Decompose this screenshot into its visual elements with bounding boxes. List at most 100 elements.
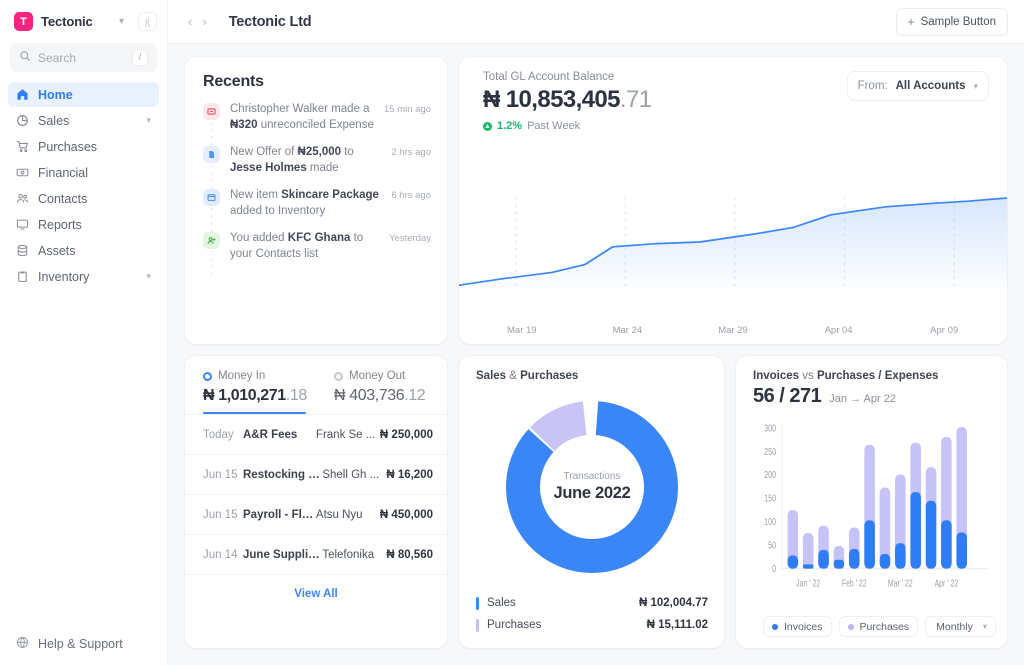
svg-text:100: 100 — [764, 516, 776, 528]
legend-item-sales: Sales ₦ 102,004.77 — [476, 592, 708, 614]
list-item[interactable]: Christopher Walker made a ₦320 unreconci… — [203, 101, 431, 146]
table-row[interactable]: Jun 15 Payroll - Flats Atsu Nyu ₦ 450,00… — [185, 495, 447, 535]
main-area: ‹ › Tectonic Ltd + Sample Button Recents — [168, 0, 1024, 665]
list-item-body: New item Skincare Package added to Inven… — [230, 187, 431, 219]
svg-text:50: 50 — [768, 539, 776, 551]
trend-up-icon: ▲ — [483, 121, 492, 131]
sidebar-item-purchases[interactable]: Purchases — [8, 134, 159, 159]
workspace-name: Tectonic — [41, 14, 93, 29]
legend-chip-purchases[interactable]: Purchases — [838, 616, 919, 637]
gl-balance-label: Total GL Account Balance — [483, 71, 615, 83]
x-tick-label: Mar 24 — [612, 325, 643, 336]
period-value: Monthly — [936, 620, 973, 633]
gl-balance-card: Total GL Account Balance ₦ 10,853,405.71… — [459, 57, 1007, 344]
tx-description: June Supplies ... — [243, 548, 322, 561]
table-row[interactable]: Jun 15 Restocking Fee Shell Gh ... ₦ 16,… — [185, 455, 447, 495]
x-tick-label: Mar 29 — [718, 325, 748, 336]
dashboard-row-top: Recents Christopher Walker made a ₦320 u… — [185, 57, 1007, 344]
tab-money-out[interactable]: Money Out ₦ 403,736.12 — [316, 370, 447, 414]
gl-delta-period: Past Week — [527, 120, 581, 132]
tx-date: Today — [203, 428, 234, 441]
search-shortcut-key: / — [132, 49, 148, 66]
tx-description: A&R Fees — [243, 428, 298, 441]
sidebar-item-label: Home — [38, 87, 73, 102]
date-range-label: Jan → Apr 22 — [829, 393, 896, 405]
timeline-connector — [211, 251, 212, 275]
workspace-switcher[interactable]: T Tectonic ▾ |( — [0, 0, 167, 41]
chevron-right-icon[interactable]: › — [202, 14, 206, 29]
search-input[interactable]: Search / — [10, 43, 157, 72]
legend-chip-invoices[interactable]: Invoices — [763, 616, 832, 637]
legend-value: ₦ 15,111.02 — [646, 619, 708, 631]
account-filter-value: All Accounts — [895, 80, 966, 92]
legend-value: ₦ 102,004.77 — [638, 597, 708, 609]
tx-party: Frank Se ... — [315, 428, 376, 441]
sidebar-item-financial[interactable]: Financial — [8, 160, 159, 185]
svg-text:250: 250 — [764, 445, 776, 457]
sidebar-item-reports[interactable]: Reports — [8, 212, 159, 237]
help-circle-icon — [16, 636, 29, 652]
expense-icon — [203, 103, 220, 120]
help-label: Help & Support — [38, 637, 123, 651]
sidebar-item-assets[interactable]: Assets — [8, 238, 159, 263]
people-icon — [16, 192, 29, 205]
list-item[interactable]: New Offer of ₦25,000 to Jesse Holmes mad… — [203, 144, 431, 189]
search-icon — [19, 49, 31, 67]
tx-party: Atsu Nyu — [315, 508, 363, 521]
pie-chart-icon — [16, 114, 29, 127]
sidebar-item-contacts[interactable]: Contacts — [8, 186, 159, 211]
document-icon — [203, 146, 220, 163]
sidebar-item-inventory[interactable]: Inventory ▾ — [8, 264, 159, 289]
chevron-down-icon[interactable]: ▾ — [146, 271, 151, 282]
recent-timestamp: 15 min ago — [383, 104, 431, 115]
money-out-value: ₦ 403,736.12 — [334, 387, 426, 404]
sidebar-item-label: Financial — [38, 165, 89, 180]
list-item[interactable]: You added KFC Ghana to your Contacts lis… — [203, 230, 431, 275]
tx-party: Telefonika — [322, 548, 375, 561]
chevron-down-icon[interactable]: ▾ — [146, 115, 151, 126]
help-and-support-button[interactable]: Help & Support — [0, 623, 167, 665]
page-title: Tectonic Ltd — [228, 13, 312, 30]
view-all-link[interactable]: View All — [185, 575, 447, 600]
tab-money-in[interactable]: Money In ₦ 1,010,271.18 — [185, 370, 316, 414]
invoices-purchases-card: Invoices vs Purchases / Expenses 56 / 27… — [736, 356, 1007, 648]
table-row[interactable]: Today A&R Fees Frank Se ... ₦ 250,000 — [185, 415, 447, 455]
sidebar-nav: Home Sales ▾ Purchases Financial Contact… — [0, 82, 167, 289]
tx-description: Payroll - Flats — [243, 508, 316, 521]
list-item[interactable]: New item Skincare Package added to Inven… — [203, 187, 431, 232]
money-tabs: Money In ₦ 1,010,271.18 Money Out ₦ 403,… — [185, 356, 447, 414]
tx-amount: ₦ 80,560 — [386, 548, 433, 561]
sidebar-item-home[interactable]: Home — [8, 82, 159, 107]
tx-description: Restocking Fee — [243, 468, 323, 481]
tx-amount: ₦ 250,000 — [379, 428, 433, 441]
chevron-down-icon[interactable]: ▾ — [119, 16, 124, 27]
chevron-left-icon[interactable]: ‹ — [188, 14, 192, 29]
svg-text:Feb ' 22: Feb ' 22 — [842, 577, 867, 589]
clipboard-icon — [16, 270, 29, 283]
search-placeholder: Search — [38, 50, 77, 65]
collapse-panel-icon[interactable]: |( — [138, 12, 157, 31]
period-select[interactable]: Monthly ▾ — [925, 616, 996, 637]
tx-party: Shell Gh ... — [322, 468, 380, 481]
recent-timestamp: 6 hrs ago — [391, 190, 431, 201]
sample-button[interactable]: + Sample Button — [895, 7, 1008, 36]
legend-label: Purchases — [487, 619, 542, 631]
table-row[interactable]: Jun 14 June Supplies ... Telefonika ₦ 80… — [185, 535, 447, 575]
recent-text: New Offer of ₦25,000 to Jesse Holmes mad… — [230, 146, 354, 174]
gl-balance-delta: ▲ 1.2% Past Week — [483, 120, 652, 132]
svg-text:Mar ' 22: Mar ' 22 — [888, 577, 913, 589]
sample-button-label: Sample Button — [920, 15, 996, 28]
recent-text: Christopher Walker made a ₦320 unreconci… — [230, 103, 374, 131]
recent-timestamp: 2 hrs ago — [391, 147, 431, 158]
card-title: Invoices vs Purchases / Expenses — [753, 370, 939, 382]
tx-date: Jun 15 — [203, 508, 238, 521]
recents-card: Recents Christopher Walker made a ₦320 u… — [185, 57, 447, 344]
sidebar-item-label: Sales — [38, 113, 70, 128]
money-in-value: ₦ 1,010,271.18 — [203, 387, 307, 404]
radio-unselected-icon — [334, 371, 343, 381]
sidebar-item-sales[interactable]: Sales ▾ — [8, 108, 159, 133]
svg-text:200: 200 — [764, 469, 776, 481]
account-filter-dropdown[interactable]: From: All Accounts ▾ — [846, 71, 989, 101]
gl-balance-area-chart: Mar 19 Mar 24 Mar 29 Apr 04 Apr 09 — [459, 194, 1007, 344]
recents-list: Christopher Walker made a ₦320 unreconci… — [203, 101, 431, 275]
